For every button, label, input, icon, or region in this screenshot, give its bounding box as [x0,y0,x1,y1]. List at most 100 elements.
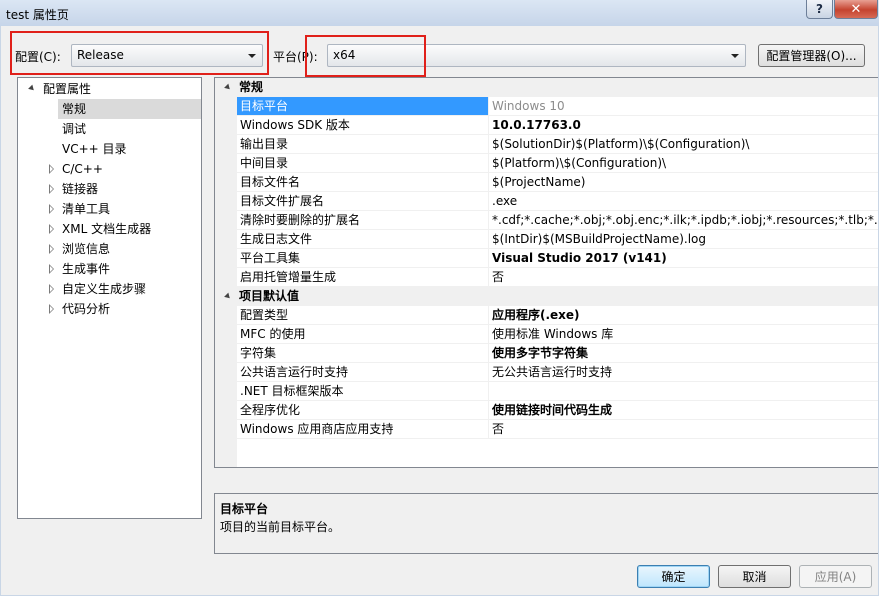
property-value[interactable]: 无公共语言运行时支持 [489,363,878,382]
row-gutter [215,401,237,420]
property-row[interactable]: Windows 应用商店应用支持否 [215,420,878,439]
row-gutter [215,306,237,325]
help-button[interactable]: ? [806,0,833,19]
property-value[interactable]: 10.0.17763.0 [489,116,878,135]
apply-button[interactable]: 应用(A) [799,565,872,588]
property-row[interactable]: 全程序优化 使用链接时间代码生成 [215,401,878,420]
platform-label: 平台(P): [273,50,318,64]
expanded-arrow-icon[interactable] [224,292,232,301]
property-row[interactable]: 输出目录 $(SolutionDir)$(Platform)\$(Configur… [215,135,878,154]
chevron-down-icon [731,54,739,58]
tree-item[interactable]: 链接器 [18,179,201,199]
property-name[interactable]: 目标文件名 [237,173,489,192]
tree-item-label: 浏览信息 [62,242,111,256]
tree-item-label: C/C++ [62,162,103,176]
property-row[interactable]: 字符集 使用多字节字符集 [215,344,878,363]
tree-item[interactable]: XML 文档生成器 [18,219,201,239]
grid-category[interactable]: 项目默认值 [215,287,878,306]
property-row[interactable]: .NET 目标框架版本 [215,382,878,401]
property-value[interactable]: Visual Studio 2017 (v141) [489,249,878,268]
chevron-down-icon [248,54,256,58]
property-name[interactable]: 平台工具集 [237,249,489,268]
tree-item[interactable]: 代码分析 [18,299,201,319]
property-value[interactable]: *.cdf;*.cache;*.obj;*.obj.enc;*.ilk;*.ip… [489,211,878,230]
cancel-button[interactable]: 取消 [718,565,791,588]
property-name[interactable]: 生成日志文件 [237,230,489,249]
ok-button[interactable]: 确定 [637,565,710,588]
tree-item[interactable]: C/C++ [18,159,201,179]
tree-item[interactable]: 自定义生成步骤 [18,279,201,299]
property-name[interactable]: 输出目录 [237,135,489,154]
property-row[interactable]: 配置类型 应用程序(.exe) [215,306,878,325]
property-name[interactable]: Windows SDK 版本 [237,116,489,135]
property-row[interactable]: 目标文件名 $(ProjectName) [215,173,878,192]
tree-item[interactable]: 生成事件 [18,259,201,279]
property-name[interactable]: 公共语言运行时支持 [237,363,489,382]
property-name[interactable]: 字符集 [237,344,489,363]
property-name[interactable]: 全程序优化 [237,401,489,420]
property-grid[interactable]: 常规 目标平台 Windows 10 Windows SDK 版本 10.0.17763… [214,77,878,468]
description-title: 目标平台 [220,502,269,516]
property-value[interactable]: 应用程序(.exe) [489,306,878,325]
close-button[interactable]: ✕ [834,0,878,19]
property-value[interactable]: Windows 10 [489,97,878,116]
property-name[interactable]: 启用托管增量生成 [237,268,489,287]
expand-arrow-icon[interactable] [49,204,54,214]
property-value[interactable]: 否 [489,420,878,439]
tree-item-label: 清单工具 [62,202,111,216]
row-gutter [215,420,237,439]
property-row[interactable]: 清除时要删除的扩展名 *.cdf;*.cache;*.obj;*.obj.enc;… [215,211,878,230]
platform-combo[interactable]: x64 [327,44,746,67]
property-value[interactable]: $(Platform)\$(Configuration)\ [489,154,878,173]
property-tree[interactable]: 配置属性 常规 调试 VC++ 目录 C/C++ 链接器清单工具 XML 文档生成器浏览信… [17,77,202,519]
expand-arrow-icon[interactable] [49,164,54,174]
property-name[interactable]: Windows 应用商店应用支持 [237,420,489,439]
property-value[interactable] [489,382,878,401]
expand-arrow-icon[interactable] [49,284,54,294]
config-combo[interactable]: Release [71,44,263,67]
tree-item[interactable]: 常规 [58,99,201,119]
property-row[interactable]: 公共语言运行时支持 无公共语言运行时支持 [215,363,878,382]
property-value[interactable]: $(ProjectName) [489,173,878,192]
title-bar: test 属性页 ? ✕ [0,0,879,26]
property-row[interactable]: 平台工具集 Visual Studio 2017 (v141) [215,249,878,268]
expand-arrow-icon[interactable] [49,224,54,234]
row-gutter [215,325,237,344]
property-row[interactable]: 启用托管增量生成否 [215,268,878,287]
property-name[interactable]: 清除时要删除的扩展名 [237,211,489,230]
property-value[interactable]: 否 [489,268,878,287]
expand-arrow-icon[interactable] [49,244,54,254]
property-value[interactable]: $(SolutionDir)$(Platform)\$(Configuratio… [489,135,878,154]
property-row[interactable]: 目标平台 Windows 10 [215,97,878,116]
tree-item[interactable]: 浏览信息 [18,239,201,259]
property-row[interactable]: 中间目录 $(Platform)\$(Configuration)\ [215,154,878,173]
property-name[interactable]: 配置类型 [237,306,489,325]
property-row[interactable]: MFC 的使用 使用标准 Windows 库 [215,325,878,344]
tree-item[interactable]: 调试 [18,119,201,139]
expand-arrow-icon[interactable] [49,304,54,314]
property-row[interactable]: 目标文件扩展名 .exe [215,192,878,211]
property-name[interactable]: 中间目录 [237,154,489,173]
tree-root[interactable]: 配置属性 [18,79,201,99]
close-icon: ✕ [850,1,862,17]
property-row[interactable]: 生成日志文件 $(IntDir)$(MSBuildProjectName).log [215,230,878,249]
property-value[interactable]: 使用多字节字符集 [489,344,878,363]
config-manager-button[interactable]: 配置管理器(O)... [758,44,865,67]
tree-item[interactable]: VC++ 目录 [18,139,201,159]
property-name[interactable]: .NET 目标框架版本 [237,382,489,401]
expanded-arrow-icon[interactable] [224,83,232,92]
tree-item[interactable]: 清单工具 [18,199,201,219]
property-name[interactable]: MFC 的使用 [237,325,489,344]
property-name[interactable]: 目标文件扩展名 [237,192,489,211]
grid-category[interactable]: 常规 [215,78,878,97]
property-value[interactable]: 使用链接时间代码生成 [489,401,878,420]
property-name[interactable]: 目标平台 [237,97,489,116]
property-value[interactable]: .exe [489,192,878,211]
expand-arrow-icon[interactable] [49,184,54,194]
row-gutter [215,382,237,401]
property-value[interactable]: $(IntDir)$(MSBuildProjectName).log [489,230,878,249]
property-row[interactable]: Windows SDK 版本 10.0.17763.0 [215,116,878,135]
property-value[interactable]: 使用标准 Windows 库 [489,325,878,344]
row-gutter [215,344,237,363]
expand-arrow-icon[interactable] [49,264,54,274]
